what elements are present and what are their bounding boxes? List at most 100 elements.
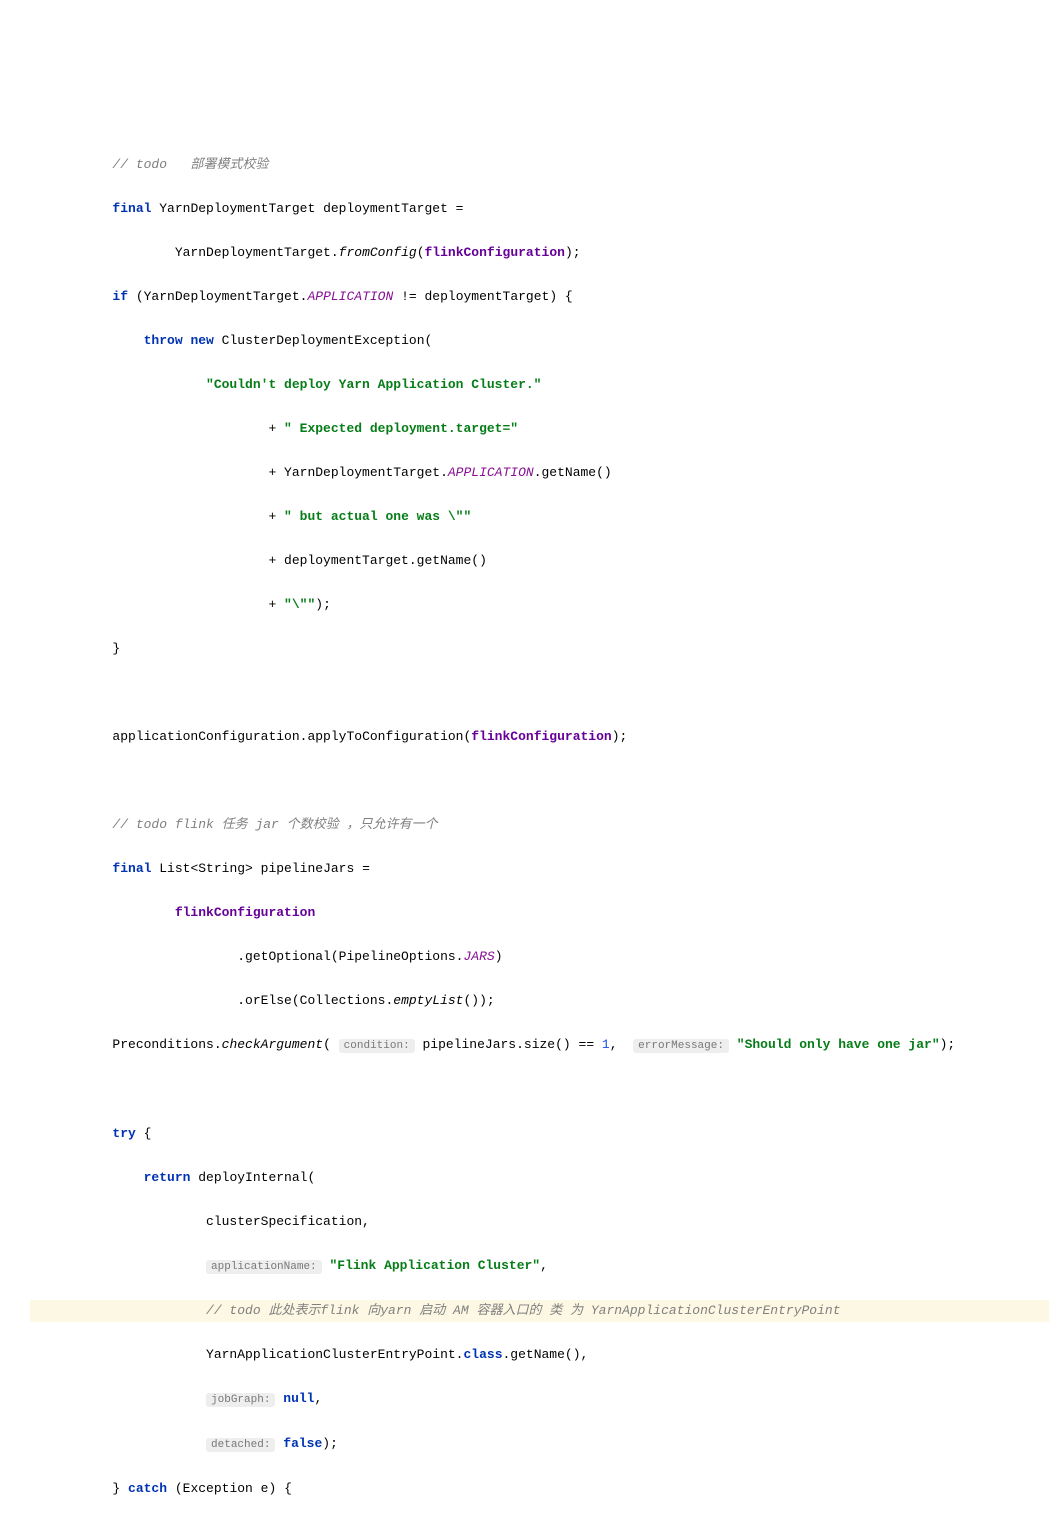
code-text: .orElse(Collections. <box>237 993 393 1008</box>
code-line[interactable]: return deployInternal( <box>30 1167 1049 1189</box>
code-text <box>275 1391 283 1406</box>
code-line-highlighted[interactable]: // todo 此处表示flink 向yarn 启动 AM 容器入口的 类 为 … <box>30 1300 1049 1322</box>
parameter: flinkConfiguration <box>471 729 611 744</box>
code-text: (YarnDeploymentTarget. <box>128 289 307 304</box>
keyword: try <box>112 1126 135 1141</box>
code-line[interactable] <box>30 770 1049 792</box>
code-text: ); <box>315 597 331 612</box>
keyword: return <box>144 1170 191 1185</box>
keyword: if <box>112 289 128 304</box>
number-literal: 1 <box>602 1037 610 1052</box>
code-line[interactable]: + deploymentTarget.getName() <box>30 550 1049 572</box>
code-text: + <box>268 421 284 436</box>
code-text: ) <box>495 949 503 964</box>
code-line[interactable]: clusterSpecification, <box>30 1211 1049 1233</box>
code-text <box>322 1258 330 1273</box>
comment: // todo 此处表示flink 向yarn 启动 AM 容器入口的 类 为 … <box>206 1303 840 1318</box>
param-hint: condition: <box>339 1039 415 1053</box>
code-text: YarnApplicationClusterEntryPoint. <box>206 1347 463 1362</box>
code-line[interactable]: applicationName: "Flink Application Clus… <box>30 1255 1049 1278</box>
keyword: final <box>112 201 151 216</box>
code-line[interactable]: throw new ClusterDeploymentException( <box>30 330 1049 352</box>
static-field: JARS <box>463 949 494 964</box>
code-line[interactable]: if (YarnDeploymentTarget.APPLICATION != … <box>30 286 1049 308</box>
code-text: applicationConfiguration.applyToConfigur… <box>112 729 471 744</box>
code-text: + deploymentTarget.getName() <box>268 553 486 568</box>
code-text: .getName() <box>534 465 612 480</box>
code-text: != deploymentTarget) { <box>393 289 572 304</box>
keyword: throw <box>144 333 183 348</box>
keyword-false: false <box>283 1436 322 1451</box>
parameter: flinkConfiguration <box>175 905 315 920</box>
code-text: ); <box>940 1037 956 1052</box>
comment: // todo 部署模式校验 <box>112 157 268 172</box>
string-literal: "Couldn't deploy Yarn Application Cluste… <box>206 377 541 392</box>
static-method: emptyList <box>393 993 463 1008</box>
code-line[interactable]: // todo 部署模式校验 <box>30 154 1049 176</box>
string-literal: "Should only have one jar" <box>737 1037 940 1052</box>
code-text: ( <box>323 1037 339 1052</box>
code-text: YarnDeploymentTarget deploymentTarget = <box>151 201 463 216</box>
code-text: clusterSpecification, <box>206 1214 370 1229</box>
code-text: List<String> pipelineJars = <box>151 861 369 876</box>
code-line[interactable]: final YarnDeploymentTarget deploymentTar… <box>30 198 1049 220</box>
code-line[interactable]: + " but actual one was \"" <box>30 506 1049 528</box>
code-text: pipelineJars.size() == <box>415 1037 602 1052</box>
keyword-null: null <box>283 1391 314 1406</box>
static-method: fromConfig <box>339 245 417 260</box>
code-line[interactable]: .orElse(Collections.emptyList()); <box>30 990 1049 1012</box>
code-text: .getName(), <box>503 1347 589 1362</box>
code-line[interactable]: + " Expected deployment.target=" <box>30 418 1049 440</box>
code-text: + <box>268 597 284 612</box>
code-text: ); <box>612 729 628 744</box>
param-hint: applicationName: <box>206 1260 322 1274</box>
code-line[interactable]: .getOptional(PipelineOptions.JARS) <box>30 946 1049 968</box>
code-text: , <box>540 1258 548 1273</box>
string-literal: " Expected deployment.target=" <box>284 421 518 436</box>
code-line[interactable]: "Couldn't deploy Yarn Application Cluste… <box>30 374 1049 396</box>
code-text: } <box>112 1481 128 1496</box>
code-line[interactable] <box>30 682 1049 704</box>
param-hint: errorMessage: <box>633 1039 729 1053</box>
code-line[interactable]: detached: false); <box>30 1433 1049 1456</box>
keyword: final <box>112 861 151 876</box>
code-text: ()); <box>463 993 494 1008</box>
string-literal: "\"" <box>284 597 315 612</box>
code-line[interactable]: + YarnDeploymentTarget.APPLICATION.getNa… <box>30 462 1049 484</box>
code-text: ( <box>417 245 425 260</box>
code-line[interactable]: applicationConfiguration.applyToConfigur… <box>30 726 1049 748</box>
keyword: class <box>463 1347 502 1362</box>
code-text: ); <box>322 1436 338 1451</box>
code-line[interactable]: flinkConfiguration <box>30 902 1049 924</box>
code-text <box>729 1037 737 1052</box>
code-line[interactable]: final List<String> pipelineJars = <box>30 858 1049 880</box>
code-text: , <box>610 1037 633 1052</box>
code-line[interactable]: YarnApplicationClusterEntryPoint.class.g… <box>30 1344 1049 1366</box>
editor-content[interactable]: // todo 部署模式校验 final YarnDeploymentTarge… <box>30 132 1049 1522</box>
code-text: , <box>314 1391 322 1406</box>
keyword: new <box>190 333 213 348</box>
code-line[interactable]: jobGraph: null, <box>30 1388 1049 1411</box>
code-text: (Exception e) { <box>167 1481 292 1496</box>
code-line[interactable]: try { <box>30 1123 1049 1145</box>
param-hint: jobGraph: <box>206 1393 275 1407</box>
comment: // todo flink 任务 jar 个数校验 ，只允许有一个 <box>112 817 437 832</box>
static-field: APPLICATION <box>307 289 393 304</box>
code-line[interactable]: } <box>30 638 1049 660</box>
code-line[interactable] <box>30 1079 1049 1101</box>
code-line[interactable]: // todo flink 任务 jar 个数校验 ，只允许有一个 <box>30 814 1049 836</box>
code-editor[interactable]: // todo 部署模式校验 final YarnDeploymentTarge… <box>0 88 1059 1522</box>
string-literal: " but actual one was \"" <box>284 509 471 524</box>
code-line[interactable]: Preconditions.checkArgument( condition: … <box>30 1034 1049 1057</box>
code-text: ClusterDeploymentException( <box>214 333 432 348</box>
code-text: { <box>136 1126 152 1141</box>
parameter: flinkConfiguration <box>425 245 565 260</box>
code-text: + <box>268 509 284 524</box>
static-method: checkArgument <box>222 1037 323 1052</box>
code-text: Preconditions. <box>112 1037 221 1052</box>
static-field: APPLICATION <box>448 465 534 480</box>
code-line[interactable]: + "\""); <box>30 594 1049 616</box>
param-hint: detached: <box>206 1438 275 1452</box>
code-line[interactable]: YarnDeploymentTarget.fromConfig(flinkCon… <box>30 242 1049 264</box>
code-line[interactable]: } catch (Exception e) { <box>30 1478 1049 1500</box>
